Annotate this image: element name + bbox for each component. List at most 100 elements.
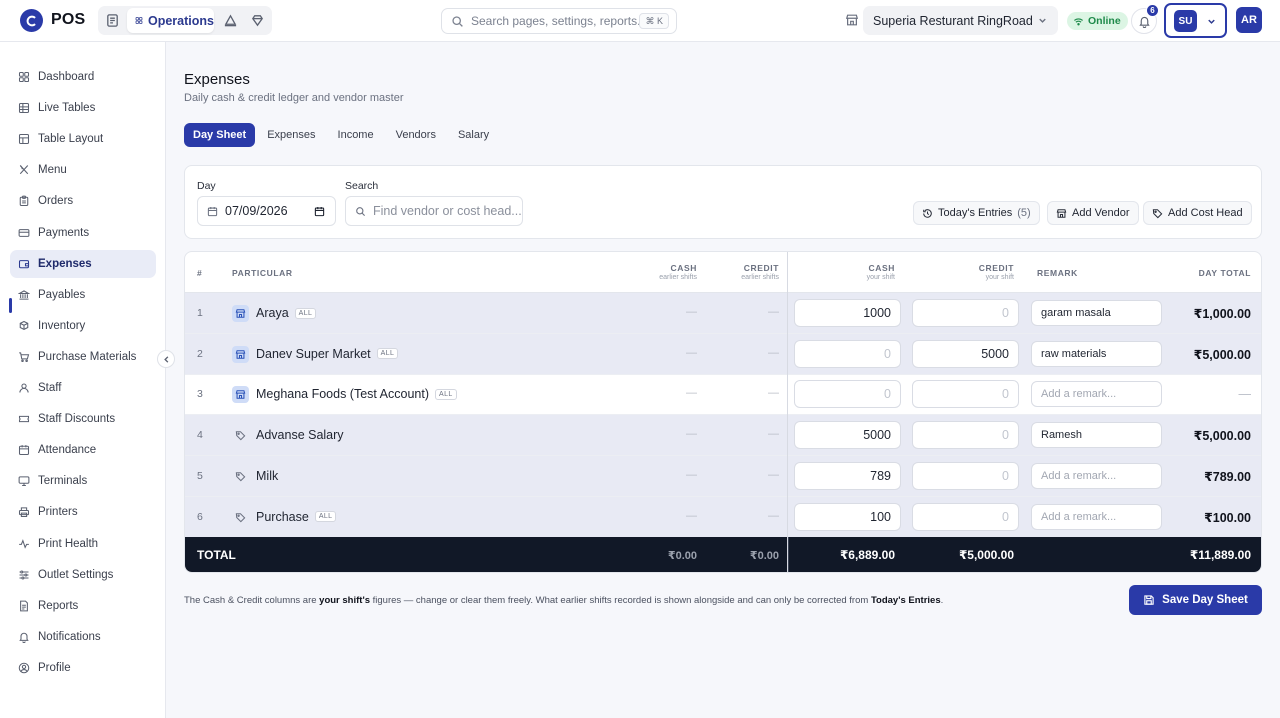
admin-mode-icon[interactable] xyxy=(250,13,265,28)
sidebar-item-profile[interactable]: Profile xyxy=(10,654,156,682)
sidebar-item-printers[interactable]: Printers xyxy=(10,498,156,526)
sidebar-item-inventory[interactable]: Inventory xyxy=(10,312,156,340)
remark-input[interactable]: Ramesh xyxy=(1031,422,1162,449)
col-remark-header: Remark xyxy=(1037,268,1078,278)
sidebar-item-purchase-materials[interactable]: Purchase Materials xyxy=(10,343,156,371)
cash-shift-input[interactable]: 0 xyxy=(794,339,901,368)
day-date-value: 07/09/2026 xyxy=(225,204,288,218)
footnote-text: . xyxy=(940,595,944,606)
cash-earlier-value: — xyxy=(686,387,697,400)
utensils-icon xyxy=(19,165,29,175)
sidebar-item-label: Printers xyxy=(38,506,78,519)
cash-shift-input[interactable]: 5000 xyxy=(794,421,901,450)
row-day-total: ₹100.00 xyxy=(1204,510,1251,525)
cash-shift-input[interactable]: 789 xyxy=(794,461,901,490)
vendor-search-input[interactable]: Find vendor or cost head... xyxy=(345,196,523,226)
row-day-total: ₹5,000.00 xyxy=(1193,347,1251,362)
tab-salary[interactable]: Salary xyxy=(448,123,499,147)
user-avatar: SU xyxy=(1174,10,1197,32)
collapse-sidebar-button[interactable] xyxy=(157,350,175,368)
add-vendor-button[interactable]: Add Vendor xyxy=(1047,201,1139,225)
col-num-header: # xyxy=(197,268,203,278)
wallet-icon xyxy=(18,259,30,268)
col-credit-earlier-sub: earlier shifts xyxy=(741,274,779,281)
store-icon xyxy=(1056,208,1067,218)
sidebar-item-terminals[interactable]: Terminals xyxy=(10,467,156,495)
table-row: 1 Araya ALL — — 1000 0 garam masala ₹1,000.00 xyxy=(185,293,1261,334)
mode-operations-button[interactable]: Operations xyxy=(127,8,214,33)
account-avatar-button[interactable]: AR xyxy=(1236,7,1262,33)
credit-shift-input[interactable]: 0 xyxy=(912,502,1019,531)
sidebar-item-label: Purchase Materials xyxy=(38,350,137,363)
tab-day-sheet[interactable]: Day Sheet xyxy=(184,123,256,147)
sidebar-item-outlet-settings[interactable]: Outlet Settings xyxy=(10,561,156,589)
shift-column-divider xyxy=(787,252,788,572)
sidebar-item-table-layout[interactable]: Table Layout xyxy=(10,125,156,153)
sidebar-item-expenses[interactable]: Expenses xyxy=(10,249,156,278)
chevron-down-icon xyxy=(1039,18,1046,23)
remark-input[interactable]: Add a remark... xyxy=(1031,462,1162,489)
search-icon xyxy=(356,206,366,216)
credit-shift-input[interactable]: 5000 xyxy=(912,339,1019,368)
search-label: Search xyxy=(345,180,379,192)
cash-shift-input[interactable]: 1000 xyxy=(794,299,901,327)
cash-shift-input[interactable]: 0 xyxy=(794,380,901,409)
credit-shift-input[interactable]: 0 xyxy=(912,380,1019,409)
tab-vendors[interactable]: Vendors xyxy=(386,123,446,147)
sidebar-item-reports[interactable]: Reports xyxy=(10,592,156,620)
sidebar-item-label: Staff Discounts xyxy=(38,413,116,426)
day-date-input[interactable]: 07/09/2026 xyxy=(197,196,336,226)
total-day-total: ₹11,889.00 xyxy=(1189,548,1251,562)
sidebar-item-dashboard[interactable]: Dashboard xyxy=(10,63,156,91)
footnote-text: figures — change or clear them freely. W… xyxy=(370,595,871,606)
tab-bar: Day Sheet Expenses Income Vendors Salary xyxy=(184,123,501,147)
user-switcher-button[interactable]: SU xyxy=(1164,3,1227,38)
todays-entries-label: Today's Entries xyxy=(938,207,1013,219)
total-credit-earlier: ₹0.00 xyxy=(749,550,779,562)
footnote: The Cash & Credit columns are your shift… xyxy=(184,595,943,606)
col-cash-earlier-sub: earlier shifts xyxy=(659,274,697,281)
remark-input[interactable]: raw materials xyxy=(1031,340,1162,367)
cash-earlier-value: — xyxy=(686,468,697,481)
particular-label: Araya xyxy=(256,306,289,320)
sidebar-item-live-tables[interactable]: Live Tables xyxy=(10,94,156,122)
monitor-icon xyxy=(18,476,30,487)
add-cost-head-button[interactable]: Add Cost Head xyxy=(1143,201,1252,225)
table-row: 3 Meghana Foods (Test Account) ALL — — 0 0 Add … xyxy=(185,374,1261,416)
remark-input[interactable]: Add a remark... xyxy=(1031,503,1162,530)
save-day-sheet-button[interactable]: Save Day Sheet xyxy=(1129,585,1262,615)
credit-shift-input[interactable]: 0 xyxy=(912,461,1019,490)
remark-input[interactable]: garam masala xyxy=(1031,300,1162,326)
brand-logo-icon[interactable] xyxy=(20,9,43,32)
date-picker-icon[interactable] xyxy=(314,206,325,217)
search-icon xyxy=(452,15,463,27)
chef-mode-icon[interactable] xyxy=(223,13,238,28)
sidebar-item-menu[interactable]: Menu xyxy=(10,156,156,184)
sidebar-item-notifications[interactable]: Notifications xyxy=(10,623,156,651)
particular-label: Purchase xyxy=(256,509,309,524)
row-day-total: ₹789.00 xyxy=(1204,469,1251,484)
sidebar-item-orders[interactable]: Orders xyxy=(10,187,156,215)
sidebar-item-label: Terminals xyxy=(38,475,88,488)
brand-name: POS xyxy=(51,11,86,28)
tab-income[interactable]: Income xyxy=(328,123,384,147)
sidebar-item-staff[interactable]: Staff xyxy=(10,374,156,402)
sidebar-item-staff-discounts[interactable]: Staff Discounts xyxy=(10,405,156,433)
receipt-mode-icon[interactable] xyxy=(105,13,120,28)
sidebar-item-payables[interactable]: Payables xyxy=(10,281,156,309)
todays-entries-button[interactable]: Today's Entries (5) xyxy=(913,201,1040,225)
global-search-input[interactable]: Search pages, settings, reports... ⌘ K xyxy=(441,8,677,34)
outlet-select[interactable]: Superia Resturant RingRoad xyxy=(863,6,1058,35)
credit-earlier-value: — xyxy=(768,468,779,481)
remark-input[interactable]: Add a remark... xyxy=(1031,381,1162,408)
credit-shift-input[interactable]: 0 xyxy=(912,421,1019,450)
sidebar-item-payments[interactable]: Payments xyxy=(10,219,156,247)
credit-shift-input[interactable]: 0 xyxy=(912,299,1019,327)
active-nav-marker xyxy=(9,298,12,313)
sidebar-item-print-health[interactable]: Print Health xyxy=(10,530,156,558)
sidebar-item-attendance[interactable]: Attendance xyxy=(10,436,156,464)
cash-shift-input[interactable]: 100 xyxy=(794,502,901,531)
tab-expenses[interactable]: Expenses xyxy=(257,123,325,147)
day-sheet-table: # Particular Cash earlier shifts Credit … xyxy=(184,251,1262,573)
col-day-total-header: Day Total xyxy=(1198,268,1251,278)
